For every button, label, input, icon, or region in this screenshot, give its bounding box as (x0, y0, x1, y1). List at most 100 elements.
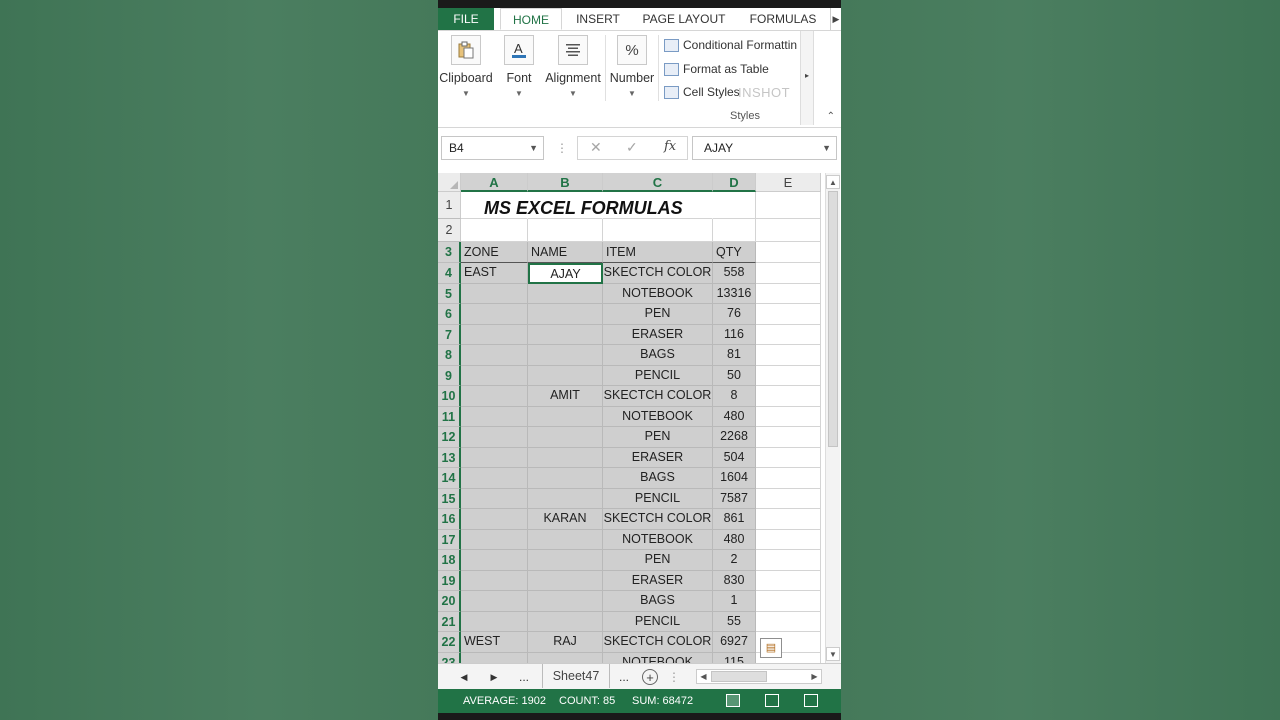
table-cell[interactable] (461, 591, 528, 612)
table-cell[interactable]: SKECTCH COLOR (603, 632, 713, 653)
table-cell[interactable] (528, 591, 603, 612)
table-cell[interactable]: NOTEBOOK (603, 652, 713, 663)
row-header[interactable]: 8 (438, 345, 461, 366)
table-cell[interactable]: 81 (713, 345, 756, 366)
cell[interactable] (713, 219, 756, 242)
row-header[interactable]: 22 (438, 632, 461, 653)
table-cell[interactable]: BAGS (603, 345, 713, 366)
column-header-b[interactable]: B (528, 173, 603, 192)
tab-insert[interactable]: INSERT (568, 8, 628, 30)
vertical-scroll-thumb[interactable] (828, 191, 838, 447)
tabs-scroll-right-icon[interactable]: ▶ (830, 8, 841, 30)
table-cell[interactable]: SKECTCH COLOR (603, 386, 713, 407)
row-header[interactable]: 13 (438, 447, 461, 468)
table-cell[interactable]: NOTEBOOK (603, 406, 713, 427)
row-header[interactable]: 18 (438, 550, 461, 571)
table-cell[interactable]: 115 (713, 652, 756, 663)
table-cell[interactable] (461, 447, 528, 468)
table-cell[interactable]: 2268 (713, 427, 756, 448)
table-cell[interactable] (528, 283, 603, 304)
table-cell[interactable]: 558 (713, 263, 756, 284)
cell[interactable] (756, 386, 821, 407)
table-cell[interactable]: ERASER (603, 447, 713, 468)
table-header-cell[interactable]: QTY (713, 242, 756, 263)
sheet-bar-grip-icon[interactable]: ⋮ (668, 664, 680, 690)
cell[interactable] (603, 192, 713, 219)
cell[interactable] (756, 550, 821, 571)
chevron-down-icon[interactable]: ▼ (822, 137, 831, 159)
row-header[interactable]: 19 (438, 570, 461, 591)
cell[interactable] (756, 406, 821, 427)
table-cell[interactable] (528, 550, 603, 571)
horizontal-scroll-thumb[interactable] (711, 671, 767, 682)
table-cell[interactable]: 1604 (713, 468, 756, 489)
table-cell[interactable] (461, 488, 528, 509)
table-cell[interactable]: 830 (713, 570, 756, 591)
next-sheet-icon[interactable]: ▶ (486, 664, 502, 690)
tab-file[interactable]: FILE (438, 8, 494, 30)
table-cell[interactable]: 76 (713, 304, 756, 325)
column-header-e[interactable]: E (756, 173, 821, 192)
table-cell[interactable]: PEN (603, 427, 713, 448)
row-header[interactable]: 1 (438, 192, 461, 219)
row-header[interactable]: 14 (438, 468, 461, 489)
column-header-d[interactable]: D (713, 173, 756, 192)
table-cell[interactable]: RAJ (528, 632, 603, 653)
table-cell[interactable]: 504 (713, 447, 756, 468)
table-cell[interactable] (461, 468, 528, 489)
cancel-icon[interactable]: ✕ (590, 139, 602, 156)
table-cell[interactable]: BAGS (603, 591, 713, 612)
horizontal-scrollbar[interactable]: ◀ ▶ (696, 669, 822, 684)
row-header[interactable]: 15 (438, 488, 461, 509)
scroll-left-icon[interactable]: ◀ (697, 670, 710, 683)
table-cell[interactable]: NOTEBOOK (603, 529, 713, 550)
table-cell[interactable]: EAST (461, 263, 528, 284)
table-cell[interactable] (528, 304, 603, 325)
clipboard-group[interactable]: Clipboard ▼ (438, 31, 494, 103)
table-cell[interactable] (461, 345, 528, 366)
row-header[interactable]: 3 (438, 242, 461, 263)
scroll-right-icon[interactable]: ▶ (808, 670, 821, 683)
cell[interactable] (756, 324, 821, 345)
name-box[interactable]: B4 ▼ (441, 136, 544, 160)
cell[interactable] (461, 192, 528, 219)
cell[interactable] (756, 242, 821, 263)
table-cell[interactable]: SKECTCH COLOR (603, 509, 713, 530)
cell[interactable] (713, 192, 756, 219)
scroll-down-icon[interactable]: ▼ (826, 647, 840, 661)
table-cell[interactable] (528, 324, 603, 345)
column-header-a[interactable]: A (461, 173, 528, 192)
page-layout-view-icon[interactable] (765, 694, 779, 707)
table-cell[interactable]: ERASER (603, 324, 713, 345)
cell[interactable] (756, 447, 821, 468)
table-cell[interactable] (528, 365, 603, 386)
table-cell[interactable] (461, 386, 528, 407)
scroll-up-icon[interactable]: ▲ (826, 175, 840, 189)
active-cell[interactable]: AJAY (528, 263, 603, 284)
table-cell[interactable]: AMIT (528, 386, 603, 407)
table-cell[interactable] (528, 488, 603, 509)
table-header-cell[interactable]: NAME (528, 242, 603, 263)
alignment-group[interactable]: Alignment ▼ (542, 31, 604, 103)
formula-input[interactable]: AJAY ▼ (692, 136, 837, 160)
table-cell[interactable]: PENCIL (603, 611, 713, 632)
cell[interactable] (603, 219, 713, 242)
prev-sheet-icon[interactable]: ◀ (456, 664, 472, 690)
table-cell[interactable]: 8 (713, 386, 756, 407)
row-header[interactable]: 23 (438, 652, 461, 663)
tab-formulas[interactable]: FORMULAS (742, 8, 824, 30)
ribbon-scroll[interactable]: ▸ (800, 31, 814, 125)
more-sheets-left[interactable]: ... (514, 664, 534, 690)
normal-view-icon[interactable] (726, 694, 740, 707)
table-cell[interactable]: 2 (713, 550, 756, 571)
format-as-table-button[interactable]: Format as Table (664, 59, 769, 79)
table-cell[interactable]: 116 (713, 324, 756, 345)
table-cell[interactable]: WEST (461, 632, 528, 653)
table-cell[interactable]: 50 (713, 365, 756, 386)
table-cell[interactable] (528, 447, 603, 468)
table-cell[interactable] (528, 611, 603, 632)
table-cell[interactable]: 480 (713, 406, 756, 427)
table-cell[interactable] (528, 529, 603, 550)
row-header[interactable]: 17 (438, 529, 461, 550)
column-header-c[interactable]: C (603, 173, 713, 192)
